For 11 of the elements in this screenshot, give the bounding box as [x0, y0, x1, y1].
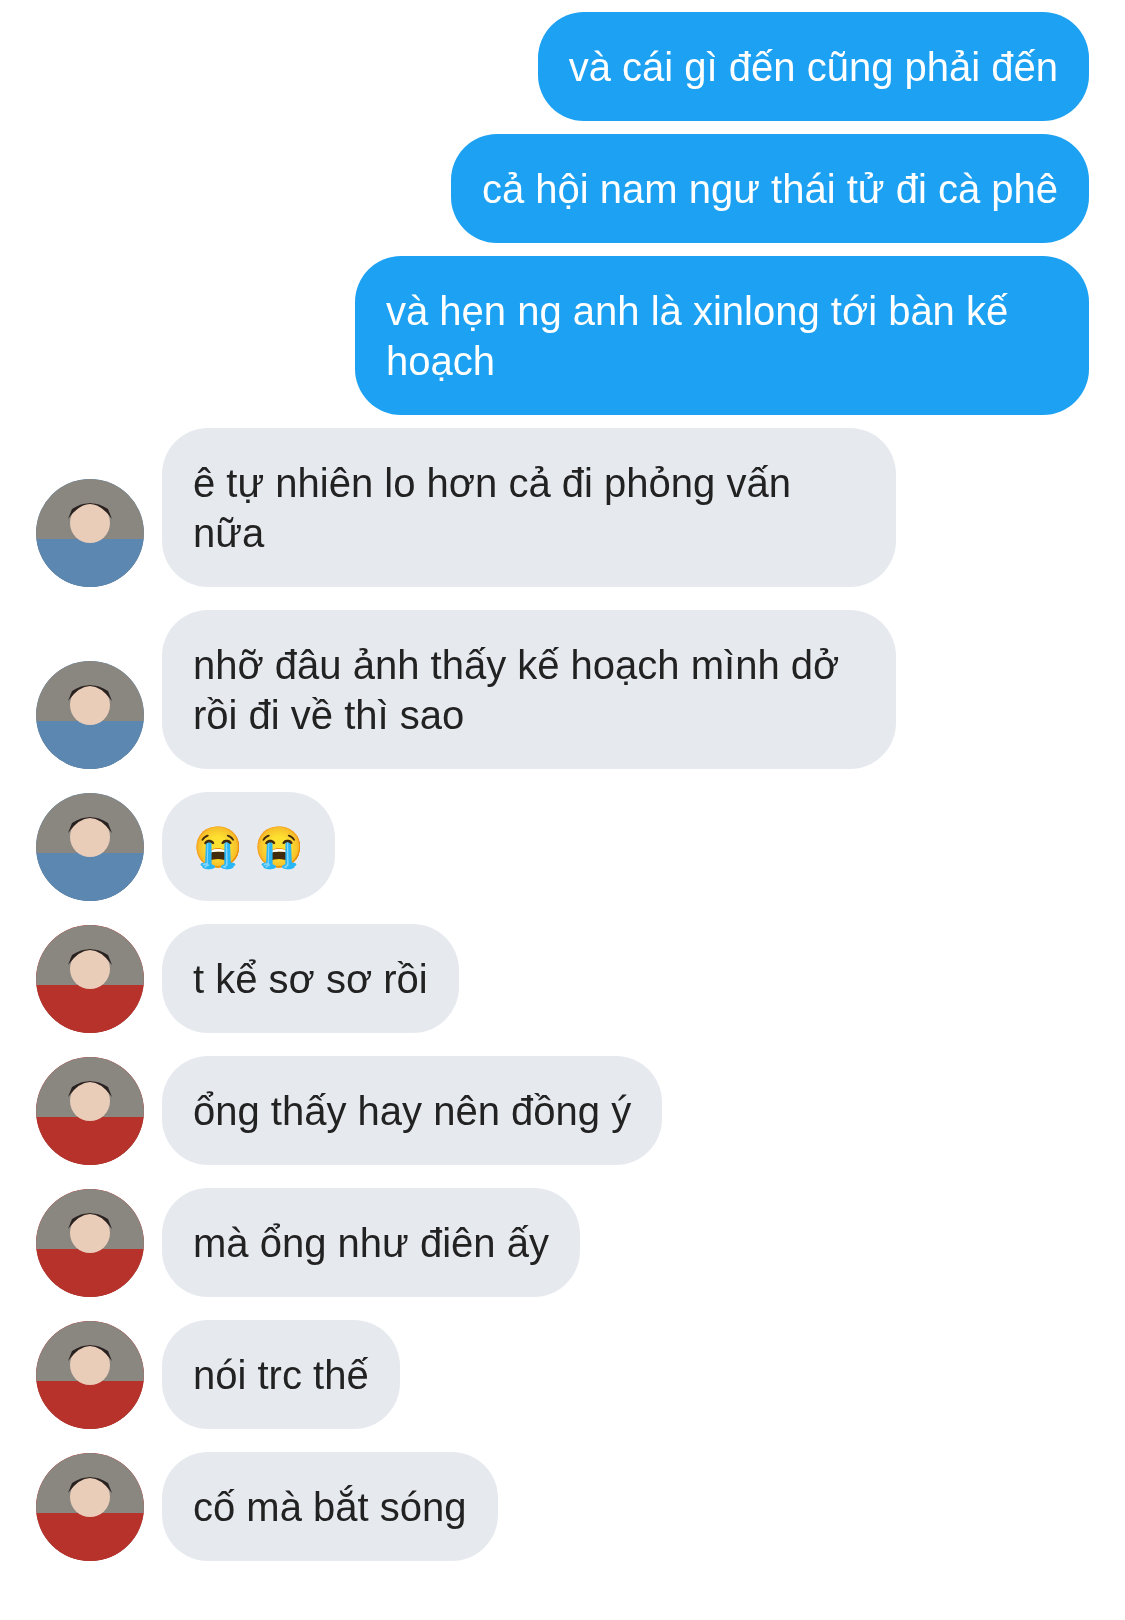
message-bubble: nhỡ đâu ảnh thấy kế hoạch mình dở rồi đi về thì sao [162, 610, 896, 769]
message-bubble: ổng thấy hay nên đồng ý [162, 1056, 663, 1165]
message-bubble: và cái gì đến cũng phải đến [537, 12, 1089, 121]
message-bubble: mà ổng như điên ấy [162, 1188, 580, 1297]
message-bubble: cố mà bắt sóng [162, 1452, 498, 1561]
message-bubble: và hẹn ng anh là xinlong tới bàn kế hoạch [355, 256, 1089, 415]
message-bubble: t kể sơ sơ rồi [162, 924, 459, 1033]
message-bubble: ê tự nhiên lo hơn cả đi phỏng vấn nữa [162, 428, 896, 587]
message-bubble: cả hội nam ngư thái tử đi cà phê [450, 134, 1089, 243]
message-bubble: 😭 😭 [162, 792, 336, 901]
message-bubble: nói trc thế [162, 1320, 400, 1429]
